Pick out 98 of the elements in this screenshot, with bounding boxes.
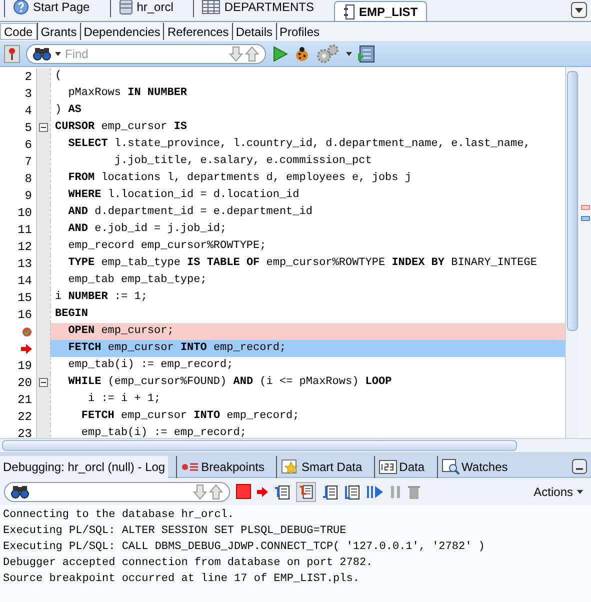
- horizontal-scrollbar[interactable]: [0, 438, 591, 452]
- binoculars-icon[interactable]: [11, 484, 29, 498]
- execution-arrow-icon[interactable]: [257, 486, 268, 496]
- line-number: 10: [18, 204, 32, 222]
- next-arrow-icon[interactable]: [193, 484, 207, 500]
- procedure-icon: [342, 4, 355, 20]
- resume-icon[interactable]: [366, 484, 384, 498]
- editor-tab[interactable]: DEPARTMENTS: [193, 0, 322, 17]
- log-line: Executing PL/SQL: CALL DBMS_DEBUG_JDWP.CONNECT_TCP( '127.0.0.1', '2782' ): [3, 540, 486, 555]
- line-number: 15: [18, 290, 32, 306]
- line-number: 9: [24, 188, 32, 204]
- sub-tab[interactable]: Grants: [36, 23, 80, 40]
- line-number: 21: [18, 392, 32, 408]
- line-number: 5: [24, 120, 32, 136]
- log-line: Debugger accepted connection from database on port 2782.: [3, 556, 374, 571]
- code-line: i := i + 1;: [87, 392, 161, 408]
- panel-tab[interactable]: Data: [374, 456, 429, 478]
- panel-tab[interactable]: Debugging: hr_orcl (null) - Log: [0, 456, 168, 478]
- line-number: 16: [18, 306, 32, 324]
- code-line: ) AS: [55, 103, 82, 118]
- step-out-icon[interactable]: [322, 484, 338, 500]
- sub-tab[interactable]: Profiles: [276, 23, 323, 40]
- watch-magnifier-icon: [442, 458, 460, 474]
- line-number: 19: [18, 358, 32, 374]
- breakpoints-icon: [181, 462, 200, 472]
- code-line: emp_tab(i) := emp_record;: [67, 358, 234, 374]
- line-number: 23: [18, 426, 32, 438]
- line-number: 13: [18, 256, 32, 272]
- log-line: Connecting to the database hr_orcl.: [3, 508, 236, 523]
- code-line: BEGIN: [55, 307, 88, 322]
- line-number: 4: [24, 102, 32, 120]
- line-number: 14: [18, 272, 32, 290]
- line-number: 8: [24, 170, 32, 188]
- line-number: 12: [18, 238, 32, 256]
- actions-menu[interactable]: Actions: [534, 482, 587, 500]
- line-number: 20: [18, 374, 32, 392]
- sub-tab[interactable]: Details: [232, 23, 276, 40]
- dropdown-icon[interactable]: [571, 2, 587, 18]
- find-field[interactable]: Find: [26, 44, 266, 64]
- previous-arrow-icon[interactable]: [209, 484, 223, 500]
- code-line: WHILE (emp_cursor%FOUND) AND (i <= pMaxRows) LOOP: [67, 375, 392, 390]
- code-line: j.job_title, e.salary, e.commission_pct: [113, 154, 372, 170]
- pin-icon[interactable]: [4, 44, 20, 62]
- caret-icon[interactable]: [346, 52, 352, 56]
- code-line: AND d.department_id = e.department_id: [67, 205, 312, 220]
- breakpoint-marker: [580, 205, 590, 210]
- sub-tab[interactable]: References: [163, 23, 232, 40]
- code-line: FETCH emp_cursor INTO emp_record;: [67, 341, 286, 356]
- line-number: 22: [18, 408, 32, 426]
- help-icon: [13, 0, 29, 15]
- minimize-icon[interactable]: [572, 459, 587, 474]
- sub-tab[interactable]: Code: [0, 23, 37, 40]
- bug-icon[interactable]: [294, 46, 310, 62]
- editor-tab[interactable]: Start Page: [4, 0, 98, 17]
- line-number: 6: [24, 136, 32, 154]
- code-line: pMaxRows IN NUMBER: [67, 86, 188, 102]
- compile-icon[interactable]: [358, 44, 376, 62]
- code-line: i NUMBER := 1;: [55, 290, 148, 306]
- code-line: FETCH emp_cursor INTO emp_record;: [80, 409, 300, 424]
- code-line: emp_tab(i) := emp_record;: [80, 426, 246, 438]
- step-over-icon[interactable]: [274, 484, 290, 500]
- code-line: CURSOR emp_cursor IS: [55, 120, 188, 136]
- line-number: 11: [18, 222, 32, 238]
- next-arrow-icon[interactable]: [229, 46, 243, 62]
- code-line: OPEN emp_cursor;: [67, 324, 174, 340]
- code-line: AND e.job_id = j.job_id;: [67, 222, 227, 238]
- line-number: 7: [24, 154, 32, 170]
- fold-icon[interactable]: [39, 123, 48, 132]
- log-line: Executing PL/SQL: ALTER SESSION SET PLSQL_DEBUG=TRUE: [3, 524, 348, 539]
- code-line: WHERE l.location_id = d.location_id: [67, 188, 300, 204]
- gears-icon[interactable]: [316, 44, 340, 64]
- database-icon: [118, 0, 133, 15]
- execution-marker: [580, 216, 590, 221]
- run-icon[interactable]: [272, 46, 288, 62]
- find-input[interactable]: Find: [65, 44, 225, 62]
- data-grid-icon: [379, 460, 398, 474]
- line-number: 3: [24, 86, 32, 102]
- log-search-field[interactable]: [4, 482, 230, 502]
- fold-icon[interactable]: [39, 378, 48, 387]
- binoculars-icon[interactable]: [33, 46, 51, 60]
- code-line: TYPE emp_tab_type IS TABLE OF emp_cursor%ROWTYPE INDEX BY BINARY_INTEGE: [67, 256, 537, 272]
- caret-icon[interactable]: [55, 52, 61, 56]
- vertical-scrollbar[interactable]: [565, 67, 579, 438]
- code-line: emp_record emp_cursor%ROWTYPE;: [67, 239, 266, 254]
- code-line: (: [55, 69, 62, 84]
- step-into-icon[interactable]: [296, 482, 316, 502]
- code-line: emp_tab emp_tab_type;: [67, 273, 207, 288]
- breakpoint-check-icon[interactable]: [22, 326, 32, 336]
- log-line: Source breakpoint occurred at line 17 of EMP_LIST.pls.: [3, 572, 360, 587]
- code-line: SELECT l.state_province, l.country_id, d.department_name, e.last_name,: [67, 137, 530, 152]
- caret-icon: [577, 490, 583, 494]
- sub-tab[interactable]: Dependencies: [80, 23, 164, 40]
- line-number: 2: [24, 68, 32, 86]
- code-line: FROM locations l, departments d, employees e, jobs j: [67, 171, 412, 186]
- editor-tab[interactable]: EMP_LIST: [334, 1, 427, 21]
- previous-arrow-icon[interactable]: [245, 46, 259, 62]
- editor-tab[interactable]: hr_orcl: [110, 0, 182, 17]
- step-to-end-icon[interactable]: [344, 484, 360, 500]
